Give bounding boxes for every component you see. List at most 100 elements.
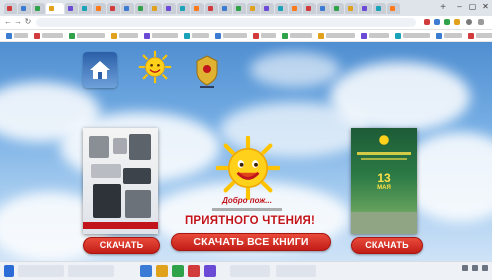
start-icon[interactable]: [4, 265, 14, 277]
bookmark-icon[interactable]: [144, 33, 150, 39]
browser-tab[interactable]: [46, 3, 64, 14]
browser-tab[interactable]: [4, 3, 17, 14]
new-tab-button[interactable]: +: [438, 3, 448, 13]
browser-tab[interactable]: [387, 3, 400, 14]
bookmark-item[interactable]: [290, 33, 312, 38]
network-icon[interactable]: [462, 265, 468, 271]
browser-tab[interactable]: [331, 3, 344, 14]
download-right-button[interactable]: СКАЧАТЬ: [351, 237, 423, 254]
browser-tab[interactable]: [359, 3, 372, 14]
browser-tab[interactable]: [32, 3, 45, 14]
bookmark-icon[interactable]: [468, 33, 474, 39]
browser-tab[interactable]: [289, 3, 302, 14]
bookmark-icon[interactable]: [395, 33, 401, 39]
bookmark-icon[interactable]: [318, 33, 324, 39]
bookmark-icon[interactable]: [253, 33, 259, 39]
reload-icon[interactable]: ↻: [24, 18, 32, 26]
taskbar-app-icon[interactable]: [204, 265, 216, 277]
greeting-subtext: [180, 207, 314, 213]
browser-tab[interactable]: [373, 3, 386, 14]
download-left-button[interactable]: СКАЧАТЬ: [83, 237, 160, 254]
browser-tab[interactable]: [135, 3, 148, 14]
extension-icon[interactable]: [434, 19, 440, 25]
bookmark-item[interactable]: [152, 33, 178, 38]
taskbar-item[interactable]: [68, 265, 114, 277]
browser-tab[interactable]: [121, 3, 134, 14]
portrait-photo: [113, 138, 127, 154]
maximize-icon[interactable]: ▢: [468, 2, 477, 11]
back-icon[interactable]: ←: [4, 18, 12, 26]
browser-tab[interactable]: [177, 3, 190, 14]
address-bar[interactable]: [36, 18, 416, 27]
bookmark-icon[interactable]: [184, 33, 190, 39]
bookmark-icon[interactable]: [361, 33, 367, 39]
volume-icon[interactable]: [472, 265, 478, 271]
emblem-icon[interactable]: [190, 52, 224, 90]
download-all-button[interactable]: СКАЧАТЬ ВСЕ КНИГИ: [171, 233, 331, 251]
bookmark-icon[interactable]: [34, 33, 40, 39]
window-controls: – ▢ ✕: [455, 2, 490, 11]
web-page: 13 МАЯ Добро пож... ПРИЯТНОГО ЧТЕНИЯ! СК…: [0, 42, 492, 261]
bookmark-icon[interactable]: [282, 33, 288, 39]
cover-date-number: 13: [377, 171, 391, 185]
slogan-main: ПРИЯТНОГО ЧТЕНИЯ!: [184, 215, 316, 227]
bookmark-item[interactable]: [326, 33, 355, 38]
close-icon[interactable]: ✕: [481, 2, 490, 11]
book-cover-left[interactable]: [83, 128, 158, 234]
extension-icon[interactable]: [454, 19, 460, 25]
browser-tab[interactable]: [247, 3, 260, 14]
bookmark-item[interactable]: [223, 33, 247, 38]
minimize-icon[interactable]: –: [455, 2, 464, 11]
browser-tab[interactable]: [149, 3, 162, 14]
sun-smile-icon[interactable]: [138, 50, 172, 84]
forward-icon[interactable]: →: [14, 18, 22, 26]
browser-tab[interactable]: [233, 3, 246, 14]
browser-tab[interactable]: [191, 3, 204, 14]
bookmark-item[interactable]: [42, 33, 63, 38]
menu-icon[interactable]: [478, 19, 484, 25]
home-link[interactable]: [83, 52, 117, 88]
browser-tab[interactable]: [303, 3, 316, 14]
taskbar-app-icon[interactable]: [172, 265, 184, 277]
browser-tab[interactable]: [261, 3, 274, 14]
taskbar-item[interactable]: [18, 265, 64, 277]
taskbar-app-icon[interactable]: [140, 265, 152, 277]
browser-tab[interactable]: [219, 3, 232, 14]
taskbar-item[interactable]: [230, 265, 270, 277]
bookmark-item[interactable]: [369, 33, 389, 38]
browser-tab[interactable]: [79, 3, 92, 14]
bookmark-item[interactable]: [192, 33, 209, 38]
browser-tab[interactable]: [275, 3, 288, 14]
bookmark-item[interactable]: [119, 33, 138, 38]
sun-smile-icon: [216, 136, 280, 200]
bookmark-item[interactable]: [261, 33, 276, 38]
extension-icon[interactable]: [444, 19, 450, 25]
bookmark-icon[interactable]: [6, 33, 12, 39]
extension-icon[interactable]: [424, 19, 430, 25]
bookmark-icon[interactable]: [69, 33, 75, 39]
notification-icon[interactable]: [482, 265, 488, 271]
bookmark-icon[interactable]: [111, 33, 117, 39]
portrait-photo: [91, 164, 121, 178]
bookmark-item[interactable]: [444, 33, 462, 38]
browser-tab[interactable]: [205, 3, 218, 14]
cover-date-month: МАЯ: [377, 185, 391, 191]
bookmark-icon[interactable]: [215, 33, 221, 39]
browser-tab[interactable]: [93, 3, 106, 14]
bookmark-item[interactable]: [77, 33, 105, 38]
profile-icon[interactable]: [466, 19, 472, 25]
bookmark-item[interactable]: [403, 33, 430, 38]
book-cover-right[interactable]: 13 МАЯ: [351, 128, 417, 234]
browser-tab[interactable]: [107, 3, 120, 14]
browser-tab[interactable]: [65, 3, 78, 14]
browser-tab[interactable]: [317, 3, 330, 14]
browser-tab[interactable]: [18, 3, 31, 14]
bookmark-icon[interactable]: [436, 33, 442, 39]
taskbar-app-icon[interactable]: [156, 265, 168, 277]
bookmark-item[interactable]: [476, 33, 492, 38]
browser-tab[interactable]: [163, 3, 176, 14]
bookmark-item[interactable]: [14, 33, 28, 38]
taskbar-app-icon[interactable]: [188, 265, 200, 277]
taskbar-item[interactable]: [276, 265, 316, 277]
browser-tab[interactable]: [345, 3, 358, 14]
